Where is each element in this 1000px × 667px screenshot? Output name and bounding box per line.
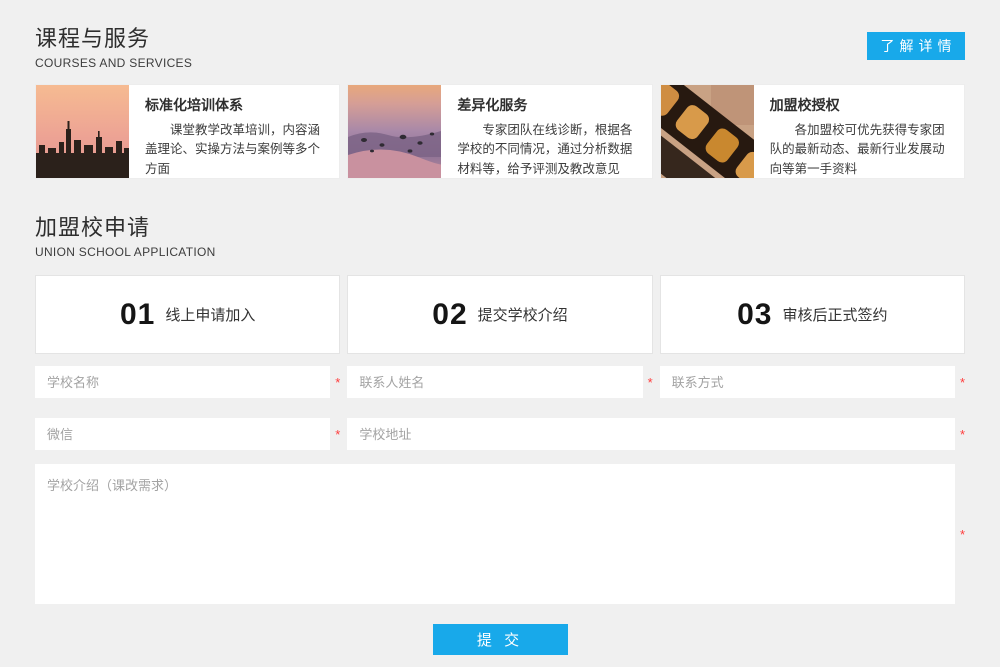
card-title: 差异化服务 (457, 95, 637, 115)
school-address-input[interactable] (347, 418, 955, 450)
school-name-input[interactable] (35, 366, 330, 398)
services-heading-block: 课程与服务 COURSES AND SERVICES (35, 21, 192, 70)
card-desc: 课堂教学改革培训，内容涵盖理论、实操方法与案例等多个方面 (145, 121, 325, 179)
contact-name-field-wrap: * (347, 366, 652, 398)
school-intro-textarea[interactable] (35, 464, 955, 604)
desert-dusk-photo (348, 85, 441, 178)
services-title: 课程与服务 (35, 21, 192, 53)
step-label: 提交学校介绍 (478, 304, 568, 325)
service-card-training: 标准化培训体系 课堂教学改革培训，内容涵盖理论、实操方法与案例等多个方面 (35, 84, 340, 179)
required-asterisk: * (955, 427, 965, 442)
step-1: 01 线上申请加入 (35, 275, 340, 354)
required-asterisk: * (330, 427, 340, 442)
required-asterisk: * (330, 375, 340, 390)
service-card-differentiated: 差异化服务 专家团队在线诊断，根据各学校的不同情况，通过分析数据材料等，给予评测… (347, 84, 652, 179)
submit-button[interactable]: 提 交 (433, 624, 568, 655)
step-label: 线上申请加入 (165, 304, 255, 325)
card-title: 加盟校授权 (770, 95, 950, 115)
contact-name-input[interactable] (347, 366, 642, 398)
step-number: 03 (737, 298, 772, 332)
service-cards: 标准化培训体系 课堂教学改革培训，内容涵盖理论、实操方法与案例等多个方面 (35, 84, 965, 179)
services-subtitle: COURSES AND SERVICES (35, 56, 192, 70)
card-text: 差异化服务 专家团队在线诊断，根据各学校的不同情况，通过分析数据材料等，给予评测… (441, 85, 651, 178)
application-form: * * * * * * (35, 366, 965, 604)
required-asterisk: * (955, 375, 965, 390)
card-title: 标准化培训体系 (145, 95, 325, 115)
step-label: 审核后正式签约 (783, 304, 888, 325)
application-section-header: 加盟校申请 UNION SCHOOL APPLICATION (35, 210, 965, 259)
wechat-field-wrap: * (35, 418, 340, 450)
school-address-field-wrap: * (347, 418, 965, 450)
step-number: 01 (120, 298, 155, 332)
submit-row: 提 交 (35, 624, 965, 655)
school-name-field-wrap: * (35, 366, 340, 398)
school-intro-field-wrap: * (35, 464, 965, 604)
card-text: 标准化培训体系 课堂教学改革培训，内容涵盖理论、实操方法与案例等多个方面 (129, 85, 339, 178)
services-section-header: 课程与服务 COURSES AND SERVICES 了解详情 (35, 21, 965, 70)
wechat-input[interactable] (35, 418, 330, 450)
contact-phone-input[interactable] (660, 366, 955, 398)
service-card-authorization: 加盟校授权 各加盟校可优先获得专家团队的最新动态、最新行业发展动向等第一手资料 (660, 84, 965, 179)
required-asterisk: * (955, 527, 965, 542)
step-3: 03 审核后正式签约 (660, 275, 965, 354)
page-container: 课程与服务 COURSES AND SERVICES 了解详情 (35, 0, 965, 655)
step-2: 02 提交学校介绍 (347, 275, 652, 354)
contact-phone-field-wrap: * (660, 366, 965, 398)
application-title: 加盟校申请 (35, 210, 216, 242)
card-desc: 专家团队在线诊断，根据各学校的不同情况，通过分析数据材料等，给予评测及教改意见 (457, 121, 637, 179)
learn-more-button[interactable]: 了解详情 (867, 32, 965, 60)
step-number: 02 (432, 298, 467, 332)
required-asterisk: * (643, 375, 653, 390)
application-steps: 01 线上申请加入 02 提交学校介绍 03 审核后正式签约 (35, 275, 965, 354)
application-heading-block: 加盟校申请 UNION SCHOOL APPLICATION (35, 210, 216, 259)
card-desc: 各加盟校可优先获得专家团队的最新动态、最新行业发展动向等第一手资料 (770, 121, 950, 179)
card-text: 加盟校授权 各加盟校可优先获得专家团队的最新动态、最新行业发展动向等第一手资料 (754, 85, 964, 178)
application-subtitle: UNION SCHOOL APPLICATION (35, 245, 216, 259)
film-strip-photo (661, 85, 754, 178)
city-skyline-sunset-photo (36, 85, 129, 178)
